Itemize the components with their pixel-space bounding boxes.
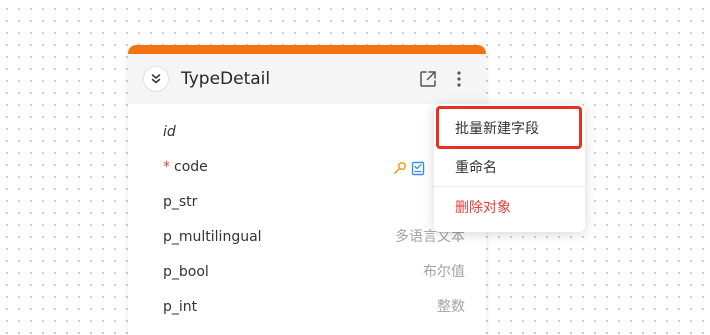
field-name: p_int — [163, 299, 198, 315]
more-options-button[interactable] — [452, 69, 466, 89]
field-name: p_bool — [163, 264, 209, 280]
menu-divider — [434, 186, 585, 187]
menu-item-label: 删除对象 — [455, 200, 511, 216]
menu-item-delete-object[interactable]: 删除对象 — [434, 189, 585, 227]
double-chevron-down-icon — [151, 74, 161, 84]
collapse-button[interactable] — [143, 66, 169, 92]
context-menu: 批量新建字段 重命名 删除对象 — [434, 104, 585, 232]
open-external-icon — [420, 71, 436, 87]
field-row-p-int[interactable]: p_int 整数 — [128, 290, 486, 325]
field-type: 整数 — [437, 299, 465, 315]
required-mark: * — [163, 159, 170, 175]
card-header: TypeDetail — [128, 54, 486, 104]
field-row-p-str[interactable]: p_str — [128, 185, 486, 220]
menu-item-rename[interactable]: 重命名 — [434, 149, 585, 187]
field-name: code — [174, 159, 208, 175]
open-external-button[interactable] — [418, 69, 438, 89]
menu-item-batch-create-fields[interactable]: 批量新建字段 — [434, 110, 585, 148]
menu-item-label: 批量新建字段 — [455, 121, 539, 137]
field-name: id — [163, 124, 176, 140]
field-name: p_str — [163, 194, 198, 210]
field-name-wrapper: * code — [163, 158, 208, 176]
field-row-icons — [393, 160, 425, 176]
field-type: 布尔值 — [423, 264, 465, 280]
field-name: p_multilingual — [163, 229, 262, 245]
key-icon[interactable] — [393, 161, 407, 175]
menu-item-label: 重命名 — [455, 160, 497, 176]
checkbox-list-icon[interactable] — [411, 161, 425, 176]
field-row-p-bool[interactable]: p_bool 布尔值 — [128, 255, 486, 290]
field-row-id[interactable]: id — [128, 115, 486, 150]
field-row-code[interactable]: * code — [128, 150, 486, 185]
more-vertical-icon — [457, 71, 461, 87]
card-accent-bar — [128, 45, 486, 54]
card-title: TypeDetail — [181, 69, 271, 89]
entity-card[interactable]: TypeDetail id * code p_str p_multilingua… — [128, 45, 486, 335]
field-row-p-multilingual[interactable]: p_multilingual 多语言文本 — [128, 220, 486, 255]
